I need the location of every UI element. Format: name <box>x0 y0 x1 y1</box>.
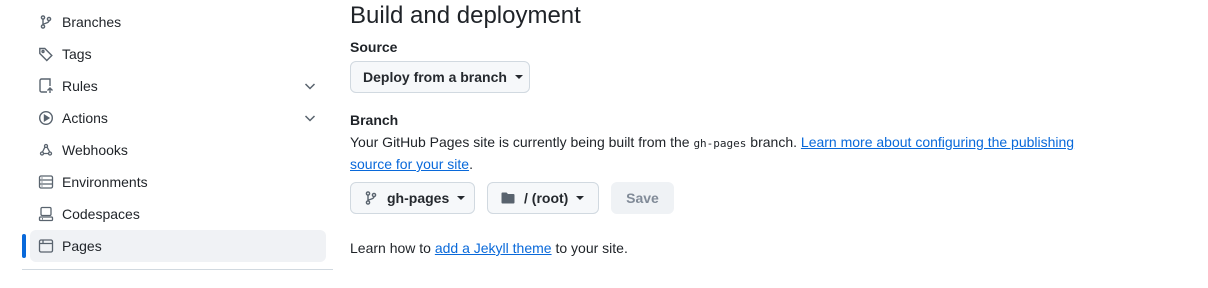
sidebar-item-label: Webhooks <box>62 142 128 158</box>
jekyll-theme-link[interactable]: add a Jekyll theme <box>435 240 552 256</box>
caret-down-icon <box>457 196 466 200</box>
chevron-down-icon[interactable] <box>302 110 318 126</box>
sidebar-item-codespaces[interactable]: Codespaces <box>30 198 326 230</box>
folder-select-button[interactable]: / (root) <box>487 182 599 214</box>
source-selected-value: Deploy from a branch <box>363 69 507 85</box>
sidebar-item-label: Pages <box>62 238 102 254</box>
sidebar-item-label: Environments <box>62 174 148 190</box>
sidebar-item-pages[interactable]: Pages <box>22 230 326 262</box>
footer-text-end: to your site. <box>551 240 628 256</box>
repo-push-icon <box>38 78 54 94</box>
sidebar-item-label: Codespaces <box>62 206 140 222</box>
sidebar-item-environments[interactable]: Environments <box>30 166 326 198</box>
active-indicator <box>22 234 26 258</box>
branch-desc-period: . <box>469 156 473 172</box>
server-icon <box>38 174 54 190</box>
sidebar-item-actions[interactable]: Actions <box>30 102 326 134</box>
sidebar-item-label: Branches <box>62 14 122 30</box>
sidebar-item-label: Actions <box>62 110 108 126</box>
sidebar-item-rules[interactable]: Rules <box>30 70 326 102</box>
source-label: Source <box>350 39 398 55</box>
branch-description: Your GitHub Pages site is currently bein… <box>350 132 1090 175</box>
sidebar-item-label: Tags <box>62 46 92 62</box>
sidebar-item-tags[interactable]: Tags <box>30 38 326 70</box>
git-branch-icon <box>363 190 379 206</box>
play-icon <box>38 110 54 126</box>
sidebar-divider <box>22 269 333 270</box>
caret-down-icon <box>576 196 585 200</box>
source-select-button[interactable]: Deploy from a branch <box>350 61 530 93</box>
branch-code: gh-pages <box>693 137 747 150</box>
page-title: Build and deployment <box>350 2 581 29</box>
sidebar-item-branches[interactable]: Branches <box>30 6 326 38</box>
browser-icon <box>38 238 54 254</box>
webhook-icon <box>38 142 54 158</box>
codespaces-icon <box>38 206 54 222</box>
folder-selected-value: / (root) <box>524 190 569 206</box>
git-branch-icon <box>38 14 54 30</box>
branch-label: Branch <box>350 112 399 128</box>
branch-desc-text: Your GitHub Pages site is currently bein… <box>350 134 694 150</box>
branch-desc-text-2: branch. <box>746 134 801 150</box>
caret-down-icon <box>514 75 523 79</box>
sidebar-item-label: Rules <box>62 78 98 94</box>
folder-icon <box>500 190 516 206</box>
chevron-down-icon[interactable] <box>302 78 318 94</box>
tag-icon <box>38 46 54 62</box>
save-button[interactable]: Save <box>611 182 674 214</box>
jekyll-theme-text: Learn how to add a Jekyll theme to your … <box>350 240 628 256</box>
footer-text: Learn how to <box>350 240 435 256</box>
sidebar-item-webhooks[interactable]: Webhooks <box>30 134 326 166</box>
branch-selected-value: gh-pages <box>387 190 450 206</box>
branch-select-button[interactable]: gh-pages <box>350 182 475 214</box>
